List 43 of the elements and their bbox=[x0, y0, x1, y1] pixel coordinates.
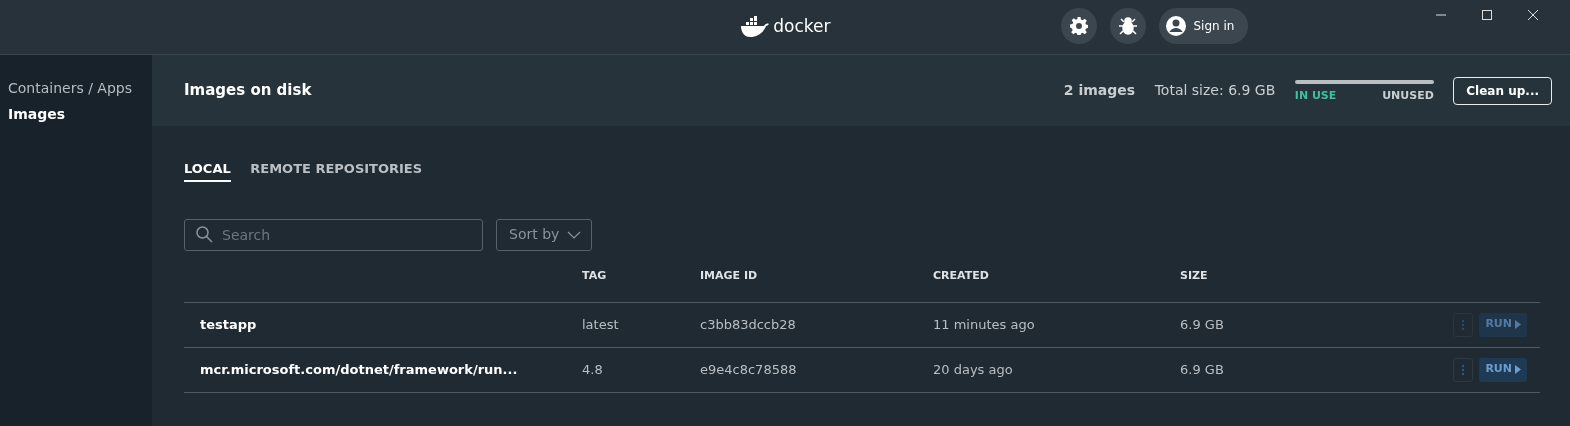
clean-up-button[interactable]: Clean up... bbox=[1453, 76, 1552, 105]
image-name: mcr.microsoft.com/dotnet/framework/run... bbox=[199, 360, 519, 379]
whale-logo-icon bbox=[740, 15, 770, 38]
in-use-label: IN USE bbox=[1294, 87, 1337, 104]
bug-icon bbox=[1118, 16, 1138, 36]
column-header: CREATED bbox=[933, 267, 990, 284]
search-field[interactable]: Search bbox=[184, 218, 483, 251]
play-icon bbox=[1515, 365, 1521, 374]
run-button[interactable]: RUN bbox=[1479, 357, 1527, 382]
column-header: IMAGE ID bbox=[700, 267, 759, 284]
settings-icon bbox=[1070, 17, 1088, 35]
column-header: TAG bbox=[582, 267, 608, 284]
table-cell-text: 4.8 bbox=[582, 360, 604, 379]
column-header: SIZE bbox=[1180, 267, 1209, 284]
tab[interactable]: LOCAL bbox=[184, 159, 231, 182]
table-cell-text: 11 minutes ago bbox=[933, 315, 1036, 334]
kebab-icon bbox=[1460, 318, 1465, 331]
total-size: Total size: 6.9 GB bbox=[1154, 81, 1276, 100]
image-count: 2 images bbox=[1063, 81, 1136, 100]
brand-name: docker bbox=[773, 15, 831, 38]
bug-button[interactable] bbox=[1110, 8, 1146, 44]
image-name: testapp bbox=[199, 315, 258, 334]
page-title: Images on disk bbox=[184, 80, 313, 102]
table-cell-text: c3bb83dccb28 bbox=[700, 315, 797, 334]
sign-in-button[interactable]: Sign in bbox=[1159, 8, 1249, 44]
chevron-down-icon bbox=[567, 230, 582, 239]
sidebar-item[interactable]: Containers / Apps bbox=[0, 75, 152, 101]
table-cell-text: 20 days ago bbox=[933, 360, 1014, 379]
unused-label: UNUSED bbox=[1382, 87, 1434, 104]
maximize-icon bbox=[1481, 8, 1493, 21]
table-cell-text: 6.9 GB bbox=[1180, 315, 1225, 334]
close-icon bbox=[1527, 8, 1539, 21]
tab[interactable]: REMOTE REPOSITORIES bbox=[250, 159, 423, 182]
search-icon bbox=[196, 225, 213, 243]
sidebar-item[interactable]: Images bbox=[0, 101, 152, 127]
table-cell-text: 6.9 GB bbox=[1180, 360, 1225, 379]
settings-button[interactable] bbox=[1061, 8, 1097, 44]
table-cell-text: latest bbox=[582, 315, 620, 334]
table-cell-text: e9e4c8c78588 bbox=[700, 360, 798, 379]
user-icon bbox=[1165, 15, 1187, 37]
play-icon bbox=[1515, 320, 1521, 329]
sort-dropdown[interactable]: Sort by bbox=[496, 218, 593, 251]
kebab-icon bbox=[1460, 363, 1465, 376]
